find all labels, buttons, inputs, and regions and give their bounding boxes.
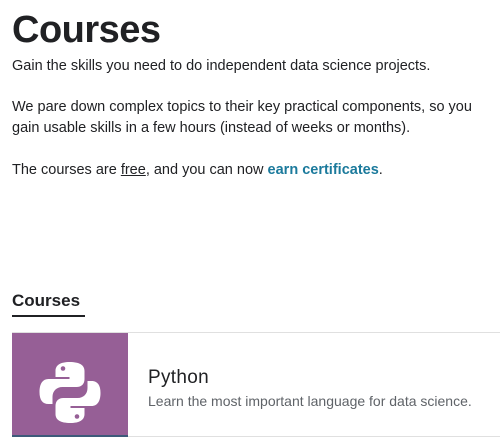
intro-text-suffix: . [378,162,383,178]
intro-paragraph-3: The courses are free, and you can now ea… [12,160,492,181]
course-title: Python [148,367,209,388]
python-logo-icon [12,333,128,437]
python-logo-eye-bottom [74,414,80,419]
page-title: Courses [12,9,161,51]
courses-page: Courses Gain the skills you need to do i… [0,0,500,437]
section-heading: Courses [12,291,81,310]
course-thumbnail [12,333,128,437]
course-description: Learn the most important language for da… [148,393,472,409]
section-heading-underline [12,315,85,317]
python-logo-eye-top [60,366,66,371]
intro-text-middle: , and you can now [145,162,268,178]
free-link[interactable]: free [121,162,146,178]
earn-certificates-link[interactable]: earn certificates [268,162,379,178]
intro-paragraph-1: Gain the skills you need to do independe… [12,58,431,74]
course-card-python[interactable]: Python Learn the most important language… [12,332,500,437]
intro-text-prefix: The courses are [12,162,121,178]
intro-paragraph-2: We pare down complex topics to their key… [12,99,472,136]
